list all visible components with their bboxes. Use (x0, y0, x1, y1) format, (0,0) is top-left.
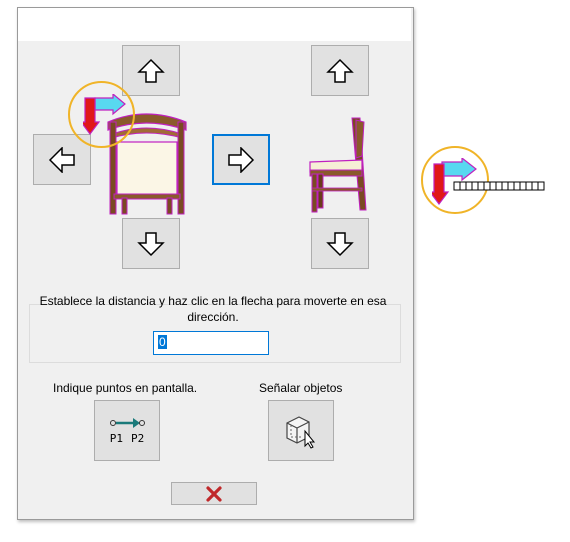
ucs-axis-icon (83, 94, 126, 135)
select-objects-button[interactable] (268, 400, 334, 461)
arrow-up-icon (326, 58, 354, 83)
front-move-up-button[interactable] (122, 45, 180, 96)
front-move-down-button[interactable] (122, 218, 180, 269)
side-move-up-button[interactable] (311, 45, 369, 96)
distance-input[interactable]: 0 (153, 331, 269, 355)
red-x-icon (206, 485, 222, 502)
chair-side-view-image (309, 117, 367, 213)
arrow-down-icon (326, 231, 354, 256)
p1-label: P1 (109, 431, 123, 445)
p2-label: P2 (131, 431, 145, 445)
dialog-title-bar (18, 8, 411, 41)
arrow-up-icon (137, 58, 165, 83)
arrow-right-icon (228, 146, 255, 173)
ucs-axis-ruler-icon (432, 158, 545, 205)
instruction-text: Establece la distancia y haz clic en la … (39, 294, 387, 324)
close-button[interactable] (171, 482, 257, 505)
side-move-down-button[interactable] (311, 218, 369, 269)
pick-points-button[interactable]: P1 P2 (94, 400, 160, 461)
front-move-right-button[interactable] (212, 134, 270, 185)
objects-label: Señalar objetos (259, 381, 343, 395)
select-object-cursor-icon (286, 415, 316, 449)
point-to-point-icon (110, 417, 145, 428)
arrow-left-icon (48, 146, 75, 173)
distance-input-value: 0 (158, 335, 167, 349)
arrow-down-icon (137, 231, 165, 256)
points-label: Indique puntos en pantalla. (53, 381, 198, 395)
